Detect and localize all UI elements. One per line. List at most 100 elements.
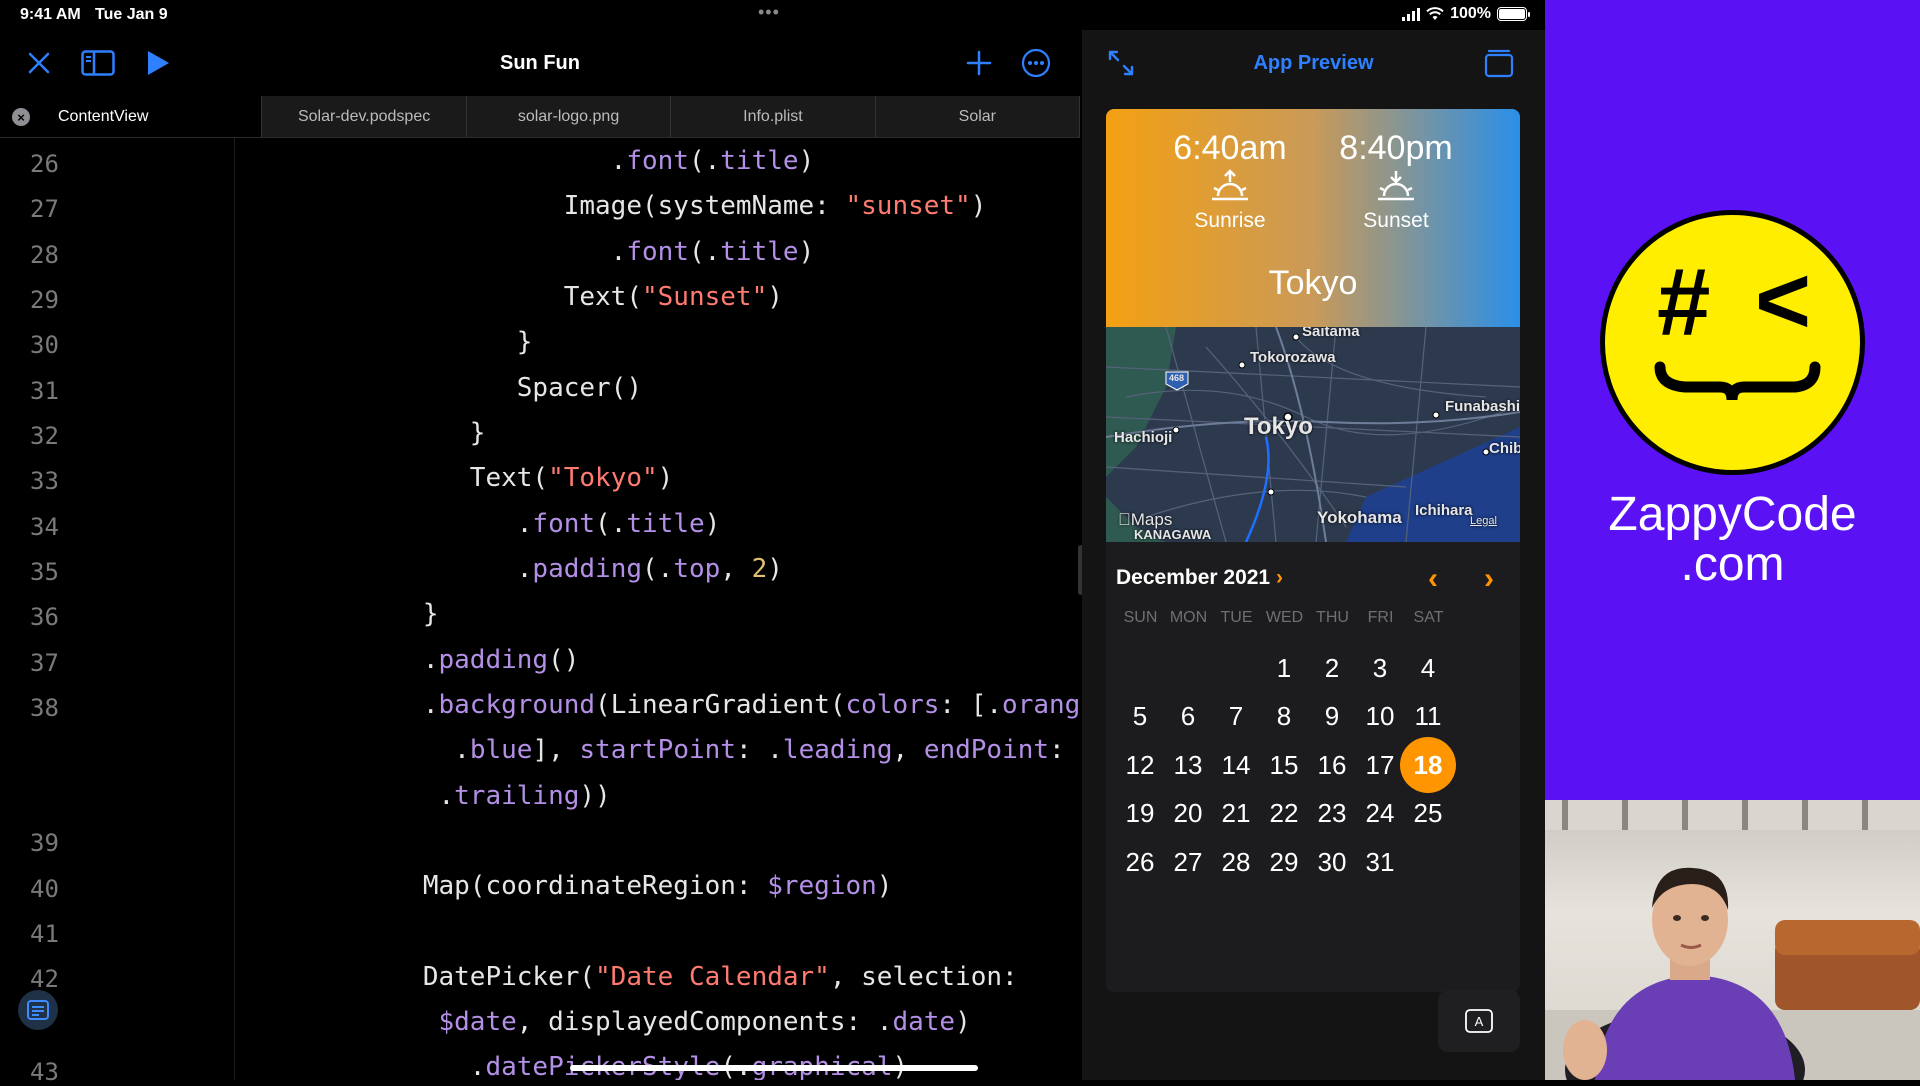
tab-close-icon[interactable]: × [12, 108, 30, 126]
code-line: Text("Tokyo") [235, 463, 674, 493]
code-line: } [235, 599, 439, 629]
code-line: Image(systemName: "sunset") [235, 191, 987, 221]
map-label-tokyo: Tokyo [1244, 413, 1313, 440]
sunset-column: 8:40pm Sunset [1316, 129, 1476, 233]
apple-logo-icon:  [1118, 510, 1131, 529]
sunset-label: Sunset [1363, 209, 1429, 232]
wifi-icon [1426, 7, 1444, 20]
line-number: 34 [30, 513, 59, 541]
line-number: 33 [30, 467, 59, 495]
code-line: .padding(.top, 2) [235, 554, 783, 584]
zappycode-logo-face: # < [1600, 210, 1865, 475]
code-line: .font(.title) [235, 509, 721, 539]
zappycode-branding: # < ZappyCode .com [1545, 0, 1920, 800]
line-number: 39 [30, 829, 59, 857]
tab-info-plist[interactable]: Info.plist [671, 96, 876, 137]
map-label: Funabashi [1445, 398, 1520, 415]
tab-solar-dev-podspec[interactable]: Solar-dev.podspec [262, 96, 467, 137]
status-indicators: 100% [1402, 5, 1530, 23]
line-number-gutter: 26 27 28 29 30 31 32 33 34 35 36 37 38 3… [0, 138, 235, 1086]
brand-line-1: ZappyCode [1608, 488, 1857, 541]
code-line: } [235, 418, 486, 448]
line-number: 32 [30, 422, 59, 450]
editor-toolbar: Sun Fun [0, 30, 1080, 96]
keyboard-a-icon: A [1465, 1009, 1493, 1033]
highway-shield: 468 [1169, 373, 1185, 383]
code-line: .font(.title) [235, 237, 815, 267]
line-number: 43 [30, 1058, 59, 1086]
tab-label: ContentView [58, 107, 149, 125]
svg-text:#: # [1657, 249, 1710, 356]
line-number: 40 [30, 875, 59, 903]
code-line: .blue], startPoint: .leading, endPoint: [235, 735, 1065, 765]
file-tabs: × ContentView Solar-dev.podspec solar-lo… [0, 96, 1081, 138]
code-line: .background(LinearGradient(colors: [.ora… [235, 690, 1080, 720]
sunrise-label: Sunrise [1194, 209, 1266, 232]
code-line: .padding() [235, 645, 580, 675]
line-number: 35 [30, 558, 59, 586]
code-line: .font(.title) [235, 146, 815, 176]
status-time: 9:41 AM [20, 6, 81, 23]
svg-text:A: A [1475, 1014, 1484, 1029]
line-number: 28 [30, 241, 59, 269]
document-outline-icon[interactable] [18, 990, 58, 1030]
code-text-area[interactable]: .font(.title) Image(systemName: "sunset"… [235, 138, 1080, 1080]
sun-times-card: 6:40am Sunrise 8:40pm Sunset Tokyo [1106, 109, 1520, 327]
apple-maps-logo: Maps [1118, 510, 1172, 529]
home-indicator[interactable] [570, 1065, 978, 1071]
webcam-overlay [1545, 800, 1920, 1080]
previous-month-button[interactable]: ‹ [1428, 562, 1438, 596]
tab-label: solar-logo.png [517, 107, 620, 125]
keyboard-shortcut-button[interactable]: A [1438, 990, 1520, 1052]
chevron-right-icon: › [1275, 566, 1283, 589]
tab-solar[interactable]: Solar [876, 96, 1081, 137]
battery-percent: 100% [1450, 5, 1491, 22]
line-number: 36 [30, 603, 59, 631]
line-number: 41 [30, 920, 59, 948]
tab-label: Info.plist [743, 107, 803, 125]
project-title: Sun Fun [500, 52, 580, 74]
multitasking-dots[interactable]: ••• [758, 2, 780, 23]
map-label: Tokorozawa [1250, 349, 1336, 366]
map-label: Saitama [1302, 327, 1360, 340]
line-number: 37 [30, 649, 59, 677]
brand-website: ZappyCode .com [1545, 490, 1920, 590]
map-label: Yokohama [1317, 508, 1402, 527]
map-view[interactable]: Saitama Tokorozawa Hachioji Tokyo Funaba… [1106, 327, 1520, 542]
calendar-day[interactable]: 31 [1352, 834, 1408, 890]
tab-label: Solar-dev.podspec [297, 107, 431, 125]
line-number: 29 [30, 286, 59, 314]
more-options-icon[interactable] [1019, 46, 1053, 80]
code-line: Map(coordinateRegion: $region) [235, 871, 893, 901]
status-bar: 9:41 AM Tue Jan 9 ••• 100% [0, 0, 1545, 30]
map-label: Chiba [1489, 440, 1520, 457]
next-month-button[interactable]: › [1484, 562, 1494, 596]
line-number: 42 [30, 965, 59, 993]
weekday-label: SAT [1413, 609, 1444, 626]
date-picker-calendar: December 2021 › ‹ › SUN MON TUE WED THU FRI SA… [1106, 542, 1520, 992]
code-line: Text("Sunset") [235, 282, 783, 312]
tab-contentview[interactable]: × ContentView [0, 96, 263, 137]
calendar-day[interactable]: 11 [1400, 688, 1456, 744]
city-name: Tokyo [1268, 264, 1358, 302]
line-number: 27 [30, 195, 59, 223]
cellular-signal-icon [1402, 7, 1421, 21]
window-stack-icon[interactable] [1482, 46, 1516, 80]
sunrise-column: 6:40am Sunrise [1150, 129, 1310, 233]
add-plus-icon[interactable] [962, 46, 996, 80]
line-number: 30 [30, 331, 59, 359]
calendar-day[interactable]: 25 [1400, 785, 1456, 841]
tab-solar-logo-png[interactable]: solar-logo.png [467, 96, 672, 137]
status-date: Tue Jan 9 [95, 6, 168, 23]
brand-line-2: .com [1680, 538, 1785, 591]
code-line: $date, displayedComponents: .date) [438, 1007, 971, 1037]
map-label: Hachioji [1114, 429, 1173, 446]
sunset-time: 8:40pm [1339, 129, 1453, 167]
preview-title: App Preview [1253, 52, 1374, 74]
map-label: Ichihara [1415, 502, 1473, 519]
sunset-icon [1378, 171, 1414, 201]
map-legal-link[interactable]: Legal [1470, 515, 1497, 527]
line-number: 38 [30, 694, 59, 722]
app-preview-panel: App Preview 6:40am Sunrise 8:40pm Sunset… [1082, 30, 1545, 1080]
month-year-selector[interactable]: December 2021 › [1116, 566, 1283, 590]
